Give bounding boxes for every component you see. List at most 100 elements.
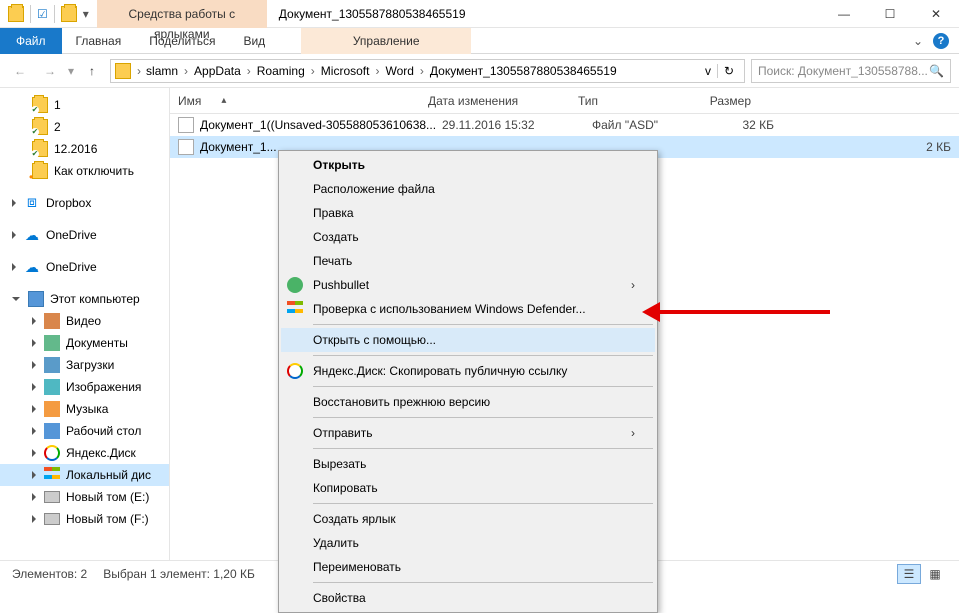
breadcrumb[interactable]: › slamn› AppData› Roaming› Microsoft› Wo…	[110, 59, 745, 83]
forward-button[interactable]: →	[38, 59, 62, 83]
ctx-new[interactable]: Создать	[281, 225, 655, 249]
qat-customize-caret[interactable]: ▾	[83, 7, 89, 21]
yadisk-icon	[287, 363, 303, 379]
ctx-delete[interactable]: Удалить	[281, 531, 655, 555]
ctx-file-location[interactable]: Расположение файла	[281, 177, 655, 201]
file-row[interactable]: Документ_1((Unsaved-305588053610638... 2…	[170, 114, 959, 136]
chevron-right-icon[interactable]: ›	[244, 64, 254, 78]
dropbox-icon: ⧈	[24, 195, 40, 211]
nav-local-disk[interactable]: Локальный дис	[0, 464, 169, 486]
file-icon	[178, 117, 194, 133]
ctx-defender[interactable]: Проверка с использованием Windows Defend…	[281, 297, 655, 321]
breadcrumb-segment[interactable]: Документ_1305587880538465519	[427, 64, 620, 78]
nav-volume-f[interactable]: Новый том (F:)	[0, 508, 169, 530]
col-type[interactable]: Тип	[570, 94, 680, 108]
downloads-icon	[44, 357, 60, 373]
breadcrumb-segment[interactable]: Roaming	[254, 64, 308, 78]
expand-icon	[12, 263, 16, 271]
chevron-right-icon[interactable]: ›	[135, 64, 143, 78]
nav-pinned-1[interactable]: 1	[0, 94, 169, 116]
help-icon[interactable]: ?	[933, 33, 949, 49]
tab-share[interactable]: Поделиться	[135, 28, 229, 54]
search-icon: 🔍	[929, 64, 944, 78]
breadcrumb-segment[interactable]: slamn	[143, 64, 181, 78]
maximize-button[interactable]: ☐	[867, 0, 913, 28]
qat-properties-icon[interactable]: ☑	[37, 7, 48, 21]
expand-icon	[32, 471, 36, 479]
nav-volume-e[interactable]: Новый том (E:)	[0, 486, 169, 508]
nav-pane[interactable]: 1 2 12.2016 Как отключить ⧈Dropbox ☁OneD…	[0, 88, 170, 560]
contextual-tab-group-label: Средства работы с ярлыками	[97, 0, 267, 28]
file-size: 32 КБ	[702, 118, 782, 132]
submenu-arrow-icon: ›	[631, 426, 635, 440]
nav-onedrive[interactable]: ☁OneDrive	[0, 224, 169, 246]
qat-newfolder-icon[interactable]	[61, 6, 77, 22]
pictures-icon	[44, 379, 60, 395]
nav-music[interactable]: Музыка	[0, 398, 169, 420]
back-button[interactable]: ←	[8, 59, 32, 83]
ctx-cut[interactable]: Вырезать	[281, 452, 655, 476]
view-details-button[interactable]: ☰	[897, 564, 921, 584]
file-tab[interactable]: Файл	[0, 28, 62, 54]
chevron-right-icon[interactable]: ›	[372, 64, 382, 78]
column-headers: Имя▴ Дата изменения Тип Размер	[170, 88, 959, 114]
history-chevron[interactable]: v	[699, 64, 717, 78]
view-icons-button[interactable]: ▦	[923, 564, 947, 584]
title-bar: ☑ ▾ Средства работы с ярлыками Документ_…	[0, 0, 959, 28]
ctx-pushbullet[interactable]: Pushbullet›	[281, 273, 655, 297]
nav-onedrive-2[interactable]: ☁OneDrive	[0, 256, 169, 278]
separator	[54, 5, 55, 23]
ctx-copy[interactable]: Копировать	[281, 476, 655, 500]
ctx-open-with[interactable]: Открыть с помощью...	[281, 328, 655, 352]
folder-icon	[32, 97, 48, 113]
chevron-right-icon[interactable]: ›	[181, 64, 191, 78]
col-name[interactable]: Имя▴	[170, 94, 420, 108]
folder-icon	[32, 119, 48, 135]
close-button[interactable]: ✕	[913, 0, 959, 28]
nav-desktop[interactable]: Рабочий стол	[0, 420, 169, 442]
nav-videos[interactable]: Видео	[0, 310, 169, 332]
expand-icon	[32, 515, 36, 523]
chevron-right-icon[interactable]: ›	[308, 64, 318, 78]
nav-downloads[interactable]: Загрузки	[0, 354, 169, 376]
history-caret[interactable]: ▾	[68, 64, 74, 78]
chevron-right-icon[interactable]: ›	[417, 64, 427, 78]
ctx-create-shortcut[interactable]: Создать ярлык	[281, 507, 655, 531]
breadcrumb-segment[interactable]: AppData	[191, 64, 244, 78]
up-button[interactable]: ↑	[80, 59, 104, 83]
desktop-icon	[44, 423, 60, 439]
ribbon-expand-caret[interactable]: ⌄	[913, 34, 923, 48]
nav-pictures[interactable]: Изображения	[0, 376, 169, 398]
windows-drive-icon	[44, 467, 60, 483]
nav-pinned-2[interactable]: 2	[0, 116, 169, 138]
ctx-restore-previous[interactable]: Восстановить прежнюю версию	[281, 390, 655, 414]
expand-icon	[12, 231, 16, 239]
nav-pinned-3[interactable]: 12.2016	[0, 138, 169, 160]
minimize-button[interactable]: —	[821, 0, 867, 28]
tab-manage[interactable]: Управление	[301, 28, 471, 54]
search-input[interactable]: Поиск: Документ_130558788... 🔍	[751, 59, 951, 83]
ctx-send-to[interactable]: Отправить›	[281, 421, 655, 445]
tab-home[interactable]: Главная	[62, 28, 136, 54]
ctx-rename[interactable]: Переименовать	[281, 555, 655, 579]
ctx-open[interactable]: Открыть	[281, 153, 655, 177]
view-switcher: ☰ ▦	[897, 564, 947, 584]
tab-view[interactable]: Вид	[229, 28, 279, 54]
nav-documents[interactable]: Документы	[0, 332, 169, 354]
ctx-yandex-disk[interactable]: Яндекс.Диск: Скопировать публичную ссылк…	[281, 359, 655, 383]
refresh-button[interactable]: ↻	[717, 64, 740, 78]
breadcrumb-segment[interactable]: Word	[382, 64, 416, 78]
defender-icon	[287, 301, 303, 317]
col-size[interactable]: Размер	[680, 94, 760, 108]
nav-this-pc[interactable]: Этот компьютер	[0, 288, 169, 310]
ctx-edit[interactable]: Правка	[281, 201, 655, 225]
ctx-print[interactable]: Печать	[281, 249, 655, 273]
window-title: Документ_1305587880538465519	[267, 7, 466, 21]
expand-icon	[32, 317, 36, 325]
breadcrumb-segment[interactable]: Microsoft	[318, 64, 373, 78]
nav-pinned-4[interactable]: Как отключить	[0, 160, 169, 182]
window-controls: — ☐ ✕	[821, 0, 959, 28]
nav-dropbox[interactable]: ⧈Dropbox	[0, 192, 169, 214]
nav-yandex-disk[interactable]: Яндекс.Диск	[0, 442, 169, 464]
col-date[interactable]: Дата изменения	[420, 94, 570, 108]
